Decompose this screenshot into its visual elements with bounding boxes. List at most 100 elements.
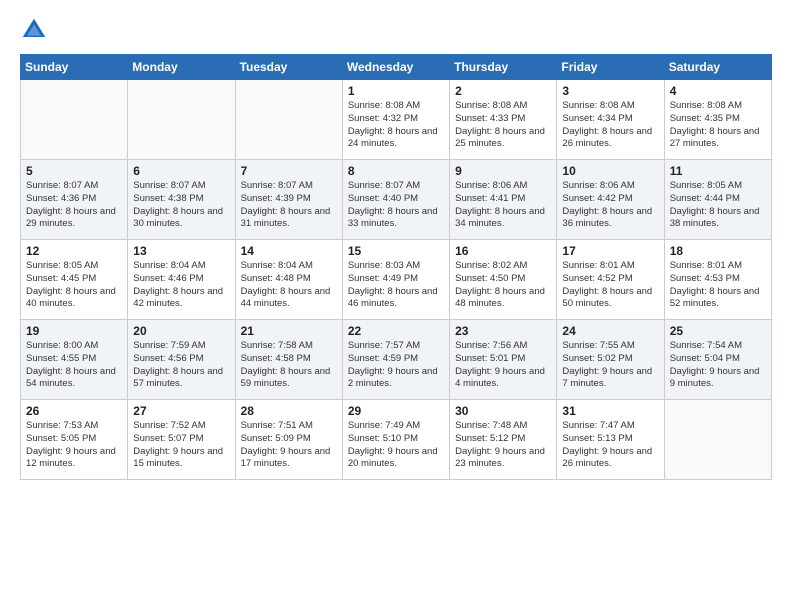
calendar-cell: 29 Sunrise: 7:49 AMSunset: 5:10 PMDayligh… bbox=[342, 400, 449, 480]
day-number: 17 bbox=[562, 244, 658, 258]
day-number: 3 bbox=[562, 84, 658, 98]
calendar-cell: 19 Sunrise: 8:00 AMSunset: 4:55 PMDayligh… bbox=[21, 320, 128, 400]
calendar-cell: 14 Sunrise: 8:04 AMSunset: 4:48 PMDayligh… bbox=[235, 240, 342, 320]
calendar-cell: 3Sunrise: 8:08 AMSunset: 4:34 PMDaylight… bbox=[557, 80, 664, 160]
day-number: 30 bbox=[455, 404, 551, 418]
calendar-cell: 4Sunrise: 8:08 AMSunset: 4:35 PMDaylight… bbox=[664, 80, 771, 160]
calendar-cell: 12 Sunrise: 8:05 AMSunset: 4:45 PMDayligh… bbox=[21, 240, 128, 320]
day-info: Sunrise: 7:55 AMSunset: 5:02 PMDaylight:… bbox=[562, 340, 658, 391]
calendar-cell: 8Sunrise: 8:07 AMSunset: 4:40 PMDaylight… bbox=[342, 160, 449, 240]
weekday-header-monday: Monday bbox=[128, 55, 235, 80]
day-number: 26 bbox=[26, 404, 122, 418]
page: SundayMondayTuesdayWednesdayThursdayFrid… bbox=[0, 0, 792, 612]
calendar-cell bbox=[664, 400, 771, 480]
day-number: 22 bbox=[348, 324, 444, 338]
day-info: Sunrise: 8:02 AMSunset: 4:50 PMDaylight:… bbox=[455, 260, 551, 311]
day-info: Sunrise: 7:58 AMSunset: 4:58 PMDaylight:… bbox=[241, 340, 337, 391]
day-info: Sunrise: 8:08 AMSunset: 4:33 PMDaylight:… bbox=[455, 100, 551, 151]
day-number: 19 bbox=[26, 324, 122, 338]
day-number: 4 bbox=[670, 84, 766, 98]
calendar-cell: 16 Sunrise: 8:02 AMSunset: 4:50 PMDayligh… bbox=[450, 240, 557, 320]
day-info: Sunrise: 7:57 AMSunset: 4:59 PMDaylight:… bbox=[348, 340, 444, 391]
calendar-week-4: 19 Sunrise: 8:00 AMSunset: 4:55 PMDayligh… bbox=[21, 320, 772, 400]
day-number: 11 bbox=[670, 164, 766, 178]
calendar-week-5: 26 Sunrise: 7:53 AMSunset: 5:05 PMDayligh… bbox=[21, 400, 772, 480]
day-info: Sunrise: 8:04 AMSunset: 4:46 PMDaylight:… bbox=[133, 260, 229, 311]
calendar-cell: 7Sunrise: 8:07 AMSunset: 4:39 PMDaylight… bbox=[235, 160, 342, 240]
day-number: 25 bbox=[670, 324, 766, 338]
weekday-header-sunday: Sunday bbox=[21, 55, 128, 80]
calendar-cell: 15Sunrise: 8:03 AMSunset: 4:49 PMDayligh… bbox=[342, 240, 449, 320]
day-info: Sunrise: 7:53 AMSunset: 5:05 PMDaylight:… bbox=[26, 420, 122, 471]
weekday-header-row: SundayMondayTuesdayWednesdayThursdayFrid… bbox=[21, 55, 772, 80]
day-number: 12 bbox=[26, 244, 122, 258]
day-info: Sunrise: 8:01 AMSunset: 4:53 PMDaylight:… bbox=[670, 260, 766, 311]
weekday-header-friday: Friday bbox=[557, 55, 664, 80]
calendar-cell: 11 Sunrise: 8:05 AMSunset: 4:44 PMDayligh… bbox=[664, 160, 771, 240]
day-number: 6 bbox=[133, 164, 229, 178]
calendar-cell: 31 Sunrise: 7:47 AMSunset: 5:13 PMDayligh… bbox=[557, 400, 664, 480]
calendar-cell: 23 Sunrise: 7:56 AMSunset: 5:01 PMDayligh… bbox=[450, 320, 557, 400]
calendar-cell: 6Sunrise: 8:07 AMSunset: 4:38 PMDaylight… bbox=[128, 160, 235, 240]
day-info: Sunrise: 8:06 AMSunset: 4:41 PMDaylight:… bbox=[455, 180, 551, 231]
day-info: Sunrise: 8:07 AMSunset: 4:40 PMDaylight:… bbox=[348, 180, 444, 231]
weekday-header-saturday: Saturday bbox=[664, 55, 771, 80]
calendar-cell: 2 Sunrise: 8:08 AMSunset: 4:33 PMDaylight… bbox=[450, 80, 557, 160]
calendar-cell: 13 Sunrise: 8:04 AMSunset: 4:46 PMDayligh… bbox=[128, 240, 235, 320]
day-number: 21 bbox=[241, 324, 337, 338]
day-number: 10 bbox=[562, 164, 658, 178]
calendar-cell: 30 Sunrise: 7:48 AMSunset: 5:12 PMDayligh… bbox=[450, 400, 557, 480]
day-number: 24 bbox=[562, 324, 658, 338]
day-number: 27 bbox=[133, 404, 229, 418]
day-info: Sunrise: 7:49 AMSunset: 5:10 PMDaylight:… bbox=[348, 420, 444, 471]
calendar-week-1: 1Sunrise: 8:08 AMSunset: 4:32 PMDaylight… bbox=[21, 80, 772, 160]
day-number: 14 bbox=[241, 244, 337, 258]
calendar-cell: 27 Sunrise: 7:52 AMSunset: 5:07 PMDayligh… bbox=[128, 400, 235, 480]
calendar-week-2: 5 Sunrise: 8:07 AMSunset: 4:36 PMDaylight… bbox=[21, 160, 772, 240]
calendar-body: 1Sunrise: 8:08 AMSunset: 4:32 PMDaylight… bbox=[21, 80, 772, 480]
day-number: 9 bbox=[455, 164, 551, 178]
calendar-cell: 20 Sunrise: 7:59 AMSunset: 4:56 PMDayligh… bbox=[128, 320, 235, 400]
day-number: 5 bbox=[26, 164, 122, 178]
calendar-cell: 17 Sunrise: 8:01 AMSunset: 4:52 PMDayligh… bbox=[557, 240, 664, 320]
day-number: 29 bbox=[348, 404, 444, 418]
day-number: 2 bbox=[455, 84, 551, 98]
calendar: SundayMondayTuesdayWednesdayThursdayFrid… bbox=[20, 54, 772, 480]
day-info: Sunrise: 8:07 AMSunset: 4:39 PMDaylight:… bbox=[241, 180, 337, 231]
calendar-cell: 9 Sunrise: 8:06 AMSunset: 4:41 PMDaylight… bbox=[450, 160, 557, 240]
day-info: Sunrise: 8:05 AMSunset: 4:44 PMDaylight:… bbox=[670, 180, 766, 231]
calendar-cell: 10 Sunrise: 8:06 AMSunset: 4:42 PMDayligh… bbox=[557, 160, 664, 240]
day-info: Sunrise: 8:08 AMSunset: 4:32 PMDaylight:… bbox=[348, 100, 444, 151]
header bbox=[20, 16, 772, 44]
day-info: Sunrise: 8:07 AMSunset: 4:36 PMDaylight:… bbox=[26, 180, 122, 231]
day-number: 15 bbox=[348, 244, 444, 258]
day-number: 18 bbox=[670, 244, 766, 258]
calendar-cell: 25 Sunrise: 7:54 AMSunset: 5:04 PMDayligh… bbox=[664, 320, 771, 400]
day-info: Sunrise: 8:05 AMSunset: 4:45 PMDaylight:… bbox=[26, 260, 122, 311]
calendar-cell bbox=[235, 80, 342, 160]
day-info: Sunrise: 8:01 AMSunset: 4:52 PMDaylight:… bbox=[562, 260, 658, 311]
day-info: Sunrise: 8:06 AMSunset: 4:42 PMDaylight:… bbox=[562, 180, 658, 231]
day-info: Sunrise: 7:51 AMSunset: 5:09 PMDaylight:… bbox=[241, 420, 337, 471]
day-info: Sunrise: 7:47 AMSunset: 5:13 PMDaylight:… bbox=[562, 420, 658, 471]
day-info: Sunrise: 7:52 AMSunset: 5:07 PMDaylight:… bbox=[133, 420, 229, 471]
day-number: 20 bbox=[133, 324, 229, 338]
calendar-cell: 18 Sunrise: 8:01 AMSunset: 4:53 PMDayligh… bbox=[664, 240, 771, 320]
calendar-cell bbox=[128, 80, 235, 160]
day-info: Sunrise: 7:59 AMSunset: 4:56 PMDaylight:… bbox=[133, 340, 229, 391]
day-info: Sunrise: 7:54 AMSunset: 5:04 PMDaylight:… bbox=[670, 340, 766, 391]
day-number: 23 bbox=[455, 324, 551, 338]
day-number: 16 bbox=[455, 244, 551, 258]
calendar-cell: 28 Sunrise: 7:51 AMSunset: 5:09 PMDayligh… bbox=[235, 400, 342, 480]
day-number: 28 bbox=[241, 404, 337, 418]
calendar-cell: 26 Sunrise: 7:53 AMSunset: 5:05 PMDayligh… bbox=[21, 400, 128, 480]
logo-icon bbox=[20, 16, 48, 44]
calendar-cell bbox=[21, 80, 128, 160]
day-info: Sunrise: 7:56 AMSunset: 5:01 PMDaylight:… bbox=[455, 340, 551, 391]
day-number: 31 bbox=[562, 404, 658, 418]
day-number: 13 bbox=[133, 244, 229, 258]
calendar-cell: 1Sunrise: 8:08 AMSunset: 4:32 PMDaylight… bbox=[342, 80, 449, 160]
day-info: Sunrise: 8:00 AMSunset: 4:55 PMDaylight:… bbox=[26, 340, 122, 391]
day-info: Sunrise: 7:48 AMSunset: 5:12 PMDaylight:… bbox=[455, 420, 551, 471]
day-info: Sunrise: 8:04 AMSunset: 4:48 PMDaylight:… bbox=[241, 260, 337, 311]
